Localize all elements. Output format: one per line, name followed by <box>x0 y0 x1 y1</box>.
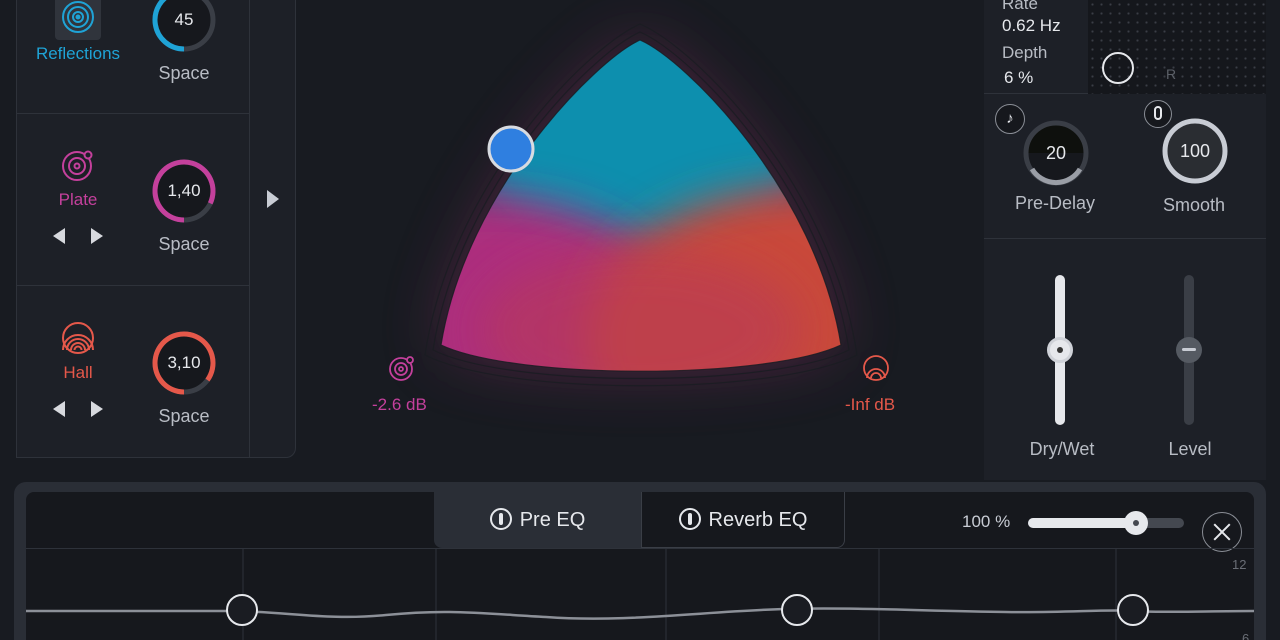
music-note-icon[interactable]: ♪ <box>995 104 1025 134</box>
expand-arrow-icon[interactable] <box>267 190 279 208</box>
predelay-value: 20 <box>1045 143 1067 163</box>
next-arrow-icon[interactable] <box>91 401 103 417</box>
eq-curve-svg[interactable] <box>26 549 1255 640</box>
level-fader-thumb[interactable] <box>1176 337 1202 363</box>
knob-value: 3,10 <box>167 353 201 372</box>
reverb-module-panel: Reflections 45 Space Plate 1,40 Space Ha… <box>16 0 296 458</box>
eq-curve-graph[interactable]: 12 6 <box>26 548 1255 640</box>
knob-value: 1,40 <box>167 181 201 200</box>
module-label[interactable]: Reflections <box>17 44 139 64</box>
eq-section: Pre EQ Reverb EQ 100 % 12 6 <box>14 482 1266 640</box>
reflections-icon[interactable] <box>55 0 101 40</box>
tab-label: Pre EQ <box>519 509 586 531</box>
eq-band-handle[interactable] <box>226 594 258 626</box>
predelay-label: Pre-Delay <box>1014 193 1096 213</box>
plate-preset-arrows <box>53 226 113 246</box>
eq-scale-top: 12 <box>1232 557 1247 572</box>
level-fader[interactable] <box>1176 275 1202 425</box>
smooth-label: Smooth <box>1162 195 1226 215</box>
power-icon[interactable] <box>678 508 701 530</box>
drywet-fader[interactable] <box>1047 275 1073 425</box>
tab-pre-eq[interactable]: Pre EQ <box>434 492 641 548</box>
plate-corner-icon <box>385 351 419 385</box>
eq-amount-value: 100 % <box>962 512 1011 531</box>
hall-level-readout: -Inf dB <box>845 395 896 414</box>
tab-reverb-eq[interactable]: Reverb EQ <box>641 492 845 548</box>
eq-band-handle[interactable] <box>781 594 813 626</box>
depth-value[interactable]: 6 % <box>1004 68 1033 88</box>
previous-arrow-icon[interactable] <box>53 228 65 244</box>
xy-pad-handle[interactable] <box>1102 52 1134 84</box>
time-section: ♪ 20 Pre-Delay 100 Smooth <box>984 95 1266 239</box>
drywet-label: Dry/Wet <box>1029 439 1095 459</box>
hall-preset-arrows <box>53 399 113 419</box>
slider-thumb[interactable] <box>1124 511 1148 535</box>
plate-level-readout: -2.6 dB <box>372 395 427 414</box>
hall-corner-icon <box>859 351 893 385</box>
reflections-space-knob[interactable]: 45 <box>151 0 217 53</box>
module-hall: Hall 3,10 Space <box>17 286 250 458</box>
knob-value: 45 <box>174 10 194 29</box>
smooth-knob[interactable]: 100 <box>1161 117 1229 185</box>
predelay-knob[interactable]: 20 <box>1022 119 1090 187</box>
close-icon[interactable] <box>1202 512 1242 552</box>
module-plate: Plate 1,40 Space <box>17 114 250 286</box>
blend-area: -2.6 dB -Inf dB <box>296 0 984 480</box>
previous-arrow-icon[interactable] <box>53 401 65 417</box>
level-label: Level <box>1168 439 1212 459</box>
slider-fill <box>1028 518 1136 528</box>
hall-icon[interactable] <box>55 316 101 362</box>
plate-icon[interactable] <box>55 142 101 188</box>
rate-value[interactable]: 0.62 Hz <box>1002 16 1061 36</box>
knob-label: Space <box>158 63 210 83</box>
modulation-section: Rate 0.62 Hz Depth 6 % R <box>984 0 1266 94</box>
blend-handle[interactable] <box>487 125 535 173</box>
next-arrow-icon[interactable] <box>91 228 103 244</box>
xy-pad-r-label: R <box>1166 66 1177 82</box>
knob-label: Space <box>158 234 210 254</box>
right-controls: Rate 0.62 Hz Depth 6 % R ♪ 20 Pre-Delay <box>984 0 1266 480</box>
eq-amount-slider[interactable] <box>1028 511 1184 535</box>
eq-panel: Pre EQ Reverb EQ 100 % 12 6 <box>26 492 1255 640</box>
tab-label: Reverb EQ <box>708 509 808 531</box>
knob-label: Space <box>158 406 210 426</box>
plate-space-knob[interactable]: 1,40 <box>151 158 217 224</box>
module-list: Reflections 45 Space Plate 1,40 Space Ha… <box>17 0 250 458</box>
power-icon[interactable] <box>489 508 512 530</box>
module-reflections: Reflections 45 Space <box>17 0 250 114</box>
depth-label: Depth <box>1002 43 1048 62</box>
module-label[interactable]: Hall <box>17 363 139 383</box>
rate-label: Rate <box>1002 0 1038 13</box>
eq-scale-mid: 6 <box>1242 631 1250 640</box>
output-faders: Dry/Wet Level <box>984 240 1266 480</box>
drywet-fader-thumb[interactable] <box>1047 337 1073 363</box>
smooth-value: 100 <box>1179 141 1211 161</box>
eq-band-handle[interactable] <box>1117 594 1149 626</box>
module-label[interactable]: Plate <box>17 190 139 210</box>
modulation-xy-pad[interactable]: R <box>1088 0 1266 94</box>
hall-space-knob[interactable]: 3,10 <box>151 330 217 396</box>
